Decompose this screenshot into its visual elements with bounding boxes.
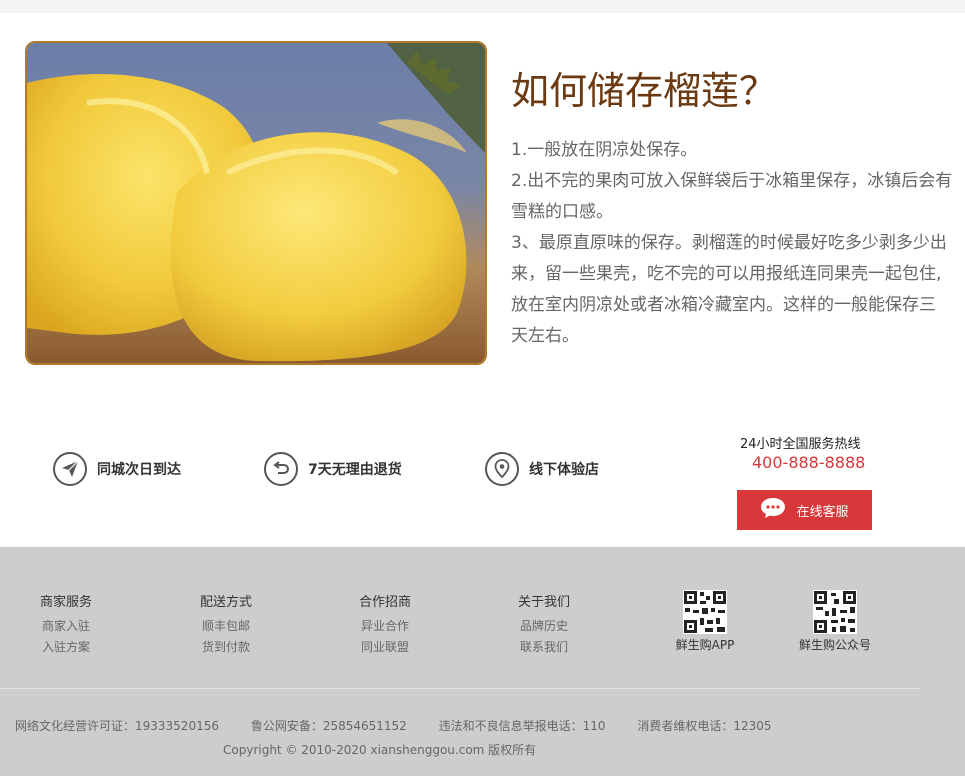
footer-link[interactable]: 联系我们 (494, 637, 594, 658)
paper-plane-icon (53, 452, 87, 486)
article-line: 放在室内阴凉处或者冰箱冷藏室内。这样的一般能保存三 (511, 295, 936, 315)
return-arrow-icon (264, 452, 298, 486)
footer-link[interactable]: 商家入驻 (16, 616, 116, 637)
consumer-hotline: 消费者维权电话：12305 (637, 719, 772, 733)
chat-bubble-icon (760, 497, 786, 523)
qr-app: 鲜生购APP (655, 590, 755, 653)
footer-link[interactable]: 异业合作 (335, 616, 435, 637)
feature-label: 同城次日到达 (97, 462, 181, 478)
feature-label: 7天无理由退货 (308, 462, 402, 478)
footer-column-title: 配送方式 (199, 595, 252, 610)
footer-column-delivery: 配送方式 顺丰包邮 货到付款 (176, 591, 276, 658)
footer-link[interactable]: 同业联盟 (335, 637, 435, 658)
legal-info: 网络文化经营许可证：19333520156 鲁公网安备：25854651152 … (15, 717, 800, 734)
footer-divider (0, 688, 920, 689)
copyright: Copyright © 2010-2020 xianshenggou.com 版… (223, 743, 537, 757)
feature-next-day-delivery: 同城次日到达 (53, 452, 181, 486)
durian-image (25, 41, 487, 365)
footer-link[interactable]: 品牌历史 (494, 616, 594, 637)
online-service-button[interactable]: 在线客服 (737, 490, 872, 530)
feature-offline-store: 线下体验店 (485, 452, 599, 486)
article-body: 1.一般放在阴凉处保存。 2.出不完的果肉可放入保鲜袋后于冰箱里保存，冰镇后会有… (511, 135, 965, 352)
footer-column-about: 关于我们 品牌历史 联系我们 (494, 591, 594, 658)
footer-link[interactable]: 货到付款 (176, 637, 276, 658)
footer-column-partnership: 合作招商 异业合作 同业联盟 (335, 591, 435, 658)
feature-label: 线下体验店 (529, 462, 599, 478)
police-record: 鲁公网安备：25854651152 (250, 719, 407, 733)
location-pin-icon (485, 452, 519, 486)
footer-column-title: 商家服务 (39, 595, 92, 610)
article-line: 3、最原直原味的保存。剥榴莲的时候最好吃多少剥多少出 (511, 233, 947, 253)
qr-code-icon (813, 590, 857, 634)
footer-column-title: 关于我们 (517, 595, 570, 610)
footer-link[interactable]: 顺丰包邮 (176, 616, 276, 637)
qr-code-icon (683, 590, 727, 634)
qr-official-account: 鲜生购公众号 (785, 590, 885, 653)
article-line: 2.出不完的果肉可放入保鲜袋后于冰箱里保存，冰镇后会有 (511, 171, 953, 191)
footer-column-merchant: 商家服务 商家入驻 入驻方案 (16, 591, 116, 658)
feature-7-day-return: 7天无理由退货 (264, 452, 402, 486)
qr-label: 鲜生购APP (675, 638, 735, 652)
article-line: 1.一般放在阴凉处保存。 (511, 140, 698, 160)
qr-label: 鲜生购公众号 (798, 638, 871, 652)
top-strip (0, 0, 965, 13)
footer-column-title: 合作招商 (358, 595, 411, 610)
hotline-number[interactable]: 400-888-8888 (752, 453, 865, 472)
license-number: 网络文化经营许可证：19333520156 (15, 719, 219, 733)
hotline-label: 24小时全国服务热线 (740, 437, 861, 452)
footer: 商家服务 商家入驻 入驻方案 配送方式 顺丰包邮 货到付款 合作招商 异业合作 … (0, 547, 965, 776)
online-service-label: 在线客服 (796, 504, 849, 520)
article-line: 天左右。 (511, 326, 579, 346)
article-line: 雪糕的口感。 (511, 202, 613, 222)
footer-link[interactable]: 入驻方案 (16, 637, 116, 658)
report-hotline: 违法和不良信息举报电话：110 (438, 719, 606, 733)
article-title: 如何储存榴莲？ (511, 69, 778, 113)
article-line: 来，留一些果壳，吃不完的可以用报纸连同果壳一起包住, (511, 264, 942, 284)
